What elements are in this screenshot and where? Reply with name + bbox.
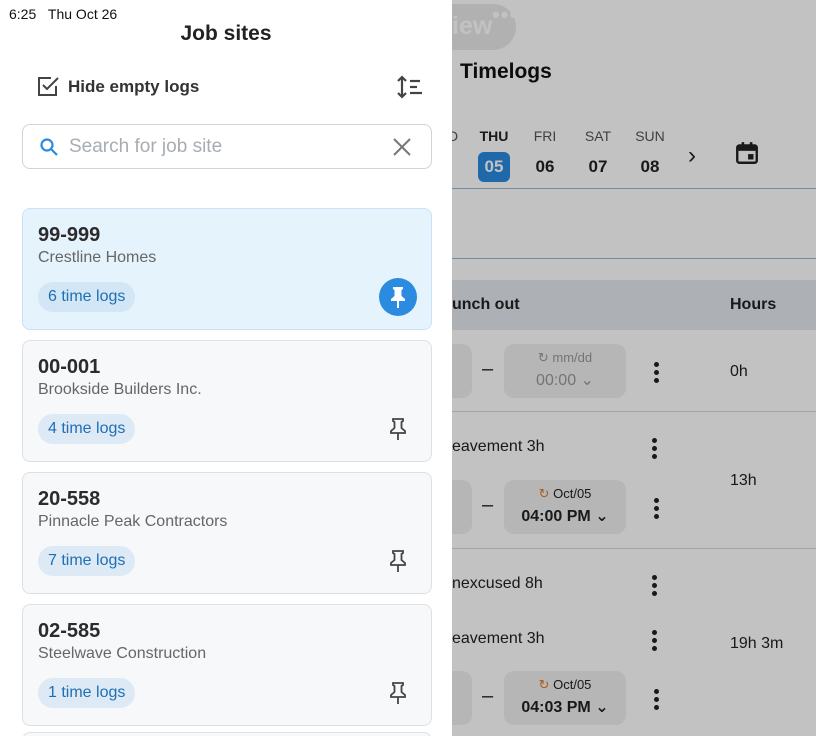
punch-out-date: Oct/05 — [553, 677, 592, 692]
hide-empty-logs-label: Hide empty logs — [68, 77, 200, 96]
job-site-card-partial[interactable] — [22, 732, 432, 736]
day-sat[interactable]: SAT 07 — [578, 128, 618, 182]
clock-icon: ↻ — [538, 677, 550, 692]
row-divider — [452, 548, 816, 549]
edit-icon[interactable] — [532, 14, 556, 38]
job-site-card[interactable]: 00-001 Brookside Builders Inc. 4 time lo… — [22, 340, 432, 462]
entry-menu-icon[interactable] — [649, 630, 659, 652]
entry-menu-icon[interactable] — [649, 575, 659, 597]
pin-button[interactable] — [379, 410, 417, 448]
chevron-down-icon: ⌄ — [580, 372, 594, 389]
time-logs-badge: 4 time logs — [38, 414, 136, 444]
pin-button[interactable] — [379, 674, 417, 712]
checkbox-checked-icon[interactable] — [36, 75, 60, 99]
pin-button[interactable] — [379, 278, 417, 316]
col-punch-out: unch out — [452, 296, 520, 313]
time-logs-badge: 6 time logs — [38, 282, 136, 312]
day-date: 05 — [478, 152, 510, 182]
dash: – — [482, 494, 494, 516]
punch-out-date: Oct/05 — [553, 486, 592, 501]
hide-empty-logs-toggle[interactable]: Hide empty logs — [36, 74, 199, 100]
day-thu[interactable]: THU 05 — [474, 128, 514, 182]
day-date: 07 — [588, 157, 608, 176]
punch-out-field[interactable]: ↻ Oct/05 04:00 PM ⌄ — [504, 480, 626, 534]
page-title: Timelogs — [460, 60, 552, 83]
search-icon — [40, 138, 58, 156]
punch-out-time: 00:00 — [536, 372, 577, 389]
punch-out-time: 04:00 PM — [521, 508, 591, 525]
day-name: SAT — [584, 128, 612, 144]
chevron-down-icon: ⌄ — [595, 508, 609, 525]
row-menu-icon[interactable] — [651, 498, 661, 520]
row-hours: 19h 3m — [730, 635, 784, 652]
row-menu-icon[interactable] — [651, 689, 661, 711]
row-hours: 13h — [730, 472, 757, 489]
job-site-card[interactable]: 20-558 Pinnacle Peak Contractors 7 time … — [22, 472, 432, 594]
dash: – — [482, 358, 494, 380]
sort-icon[interactable] — [394, 72, 424, 102]
punch-out-field[interactable]: ↻ mm/dd 00:00 ⌄ — [504, 344, 626, 398]
status-bar: 6:25 Thu Oct 26 — [9, 6, 117, 22]
job-site-company: Crestline Homes — [38, 249, 157, 266]
pin-outline-icon — [390, 550, 406, 572]
row-hours: 0h — [730, 363, 748, 380]
job-site-code: 00-001 — [38, 356, 101, 378]
calendar-icon[interactable] — [734, 140, 760, 166]
pin-outline-icon — [390, 682, 406, 704]
dash: – — [482, 685, 494, 707]
punch-in-field[interactable] — [452, 480, 472, 534]
row-menu-icon[interactable] — [651, 362, 661, 384]
status-time: 6:25 — [9, 6, 37, 22]
job-site-card[interactable]: 99-999 Crestline Homes 6 time logs — [22, 208, 432, 330]
day-name: SUN — [635, 128, 665, 144]
clock-icon: ↻ — [538, 486, 550, 501]
pin-button[interactable] — [379, 542, 417, 580]
sheet-title: Job sites — [180, 22, 272, 45]
status-date: Thu Oct 26 — [47, 6, 118, 22]
time-logs-badge: 7 time logs — [38, 546, 136, 576]
edit-button[interactable]: Edit — [568, 12, 615, 41]
row-divider — [452, 411, 816, 412]
punch-in-field[interactable] — [452, 671, 472, 725]
entry-label: eavement 3h — [452, 438, 545, 455]
punch-in-field[interactable] — [452, 344, 472, 398]
pin-outline-icon — [390, 418, 406, 440]
job-site-code: 99-999 — [38, 224, 101, 246]
job-site-company: Steelwave Construction — [38, 645, 207, 662]
entry-label: eavement 3h — [452, 630, 545, 647]
more-icon[interactable]: ••• — [492, 2, 518, 28]
job-site-company: Brookside Builders Inc. — [38, 381, 202, 398]
col-hours: Hours — [730, 296, 777, 313]
punch-out-field[interactable]: ↻ Oct/05 04:03 PM ⌄ — [504, 671, 626, 725]
job-sites-sheet: 6:25 Thu Oct 26 Job sites Hide empty log… — [0, 0, 452, 736]
view-label: iew — [452, 12, 493, 40]
punch-out-time: 04:03 PM — [521, 699, 591, 716]
day-name: FRI — [533, 128, 557, 144]
search-input[interactable] — [69, 131, 379, 163]
entry-menu-icon[interactable] — [649, 438, 659, 460]
day-sun[interactable]: SUN 08 — [630, 128, 670, 182]
entry-label: nexcused 8h — [452, 575, 543, 592]
job-site-card[interactable]: 02-585 Steelwave Construction 1 time log… — [22, 604, 432, 726]
search-box[interactable] — [22, 124, 432, 169]
job-site-code: 20-558 — [38, 488, 101, 510]
day-date: 08 — [640, 157, 660, 176]
job-site-code: 02-585 — [38, 620, 101, 642]
day-fri[interactable]: FRI 06 — [525, 128, 565, 182]
day-date: 06 — [535, 157, 555, 176]
punch-out-date: mm/dd — [552, 350, 593, 365]
close-icon[interactable] — [391, 136, 413, 158]
divider — [452, 258, 816, 259]
pin-filled-icon — [391, 287, 405, 308]
day-name: THU — [479, 128, 509, 144]
chevron-down-icon: ⌄ — [595, 699, 609, 716]
divider — [452, 188, 816, 189]
clock-icon: ↻ — [537, 350, 549, 365]
job-site-company: Pinnacle Peak Contractors — [38, 513, 228, 530]
time-logs-badge: 1 time logs — [38, 678, 136, 708]
chevron-right-icon[interactable]: › — [688, 142, 696, 170]
